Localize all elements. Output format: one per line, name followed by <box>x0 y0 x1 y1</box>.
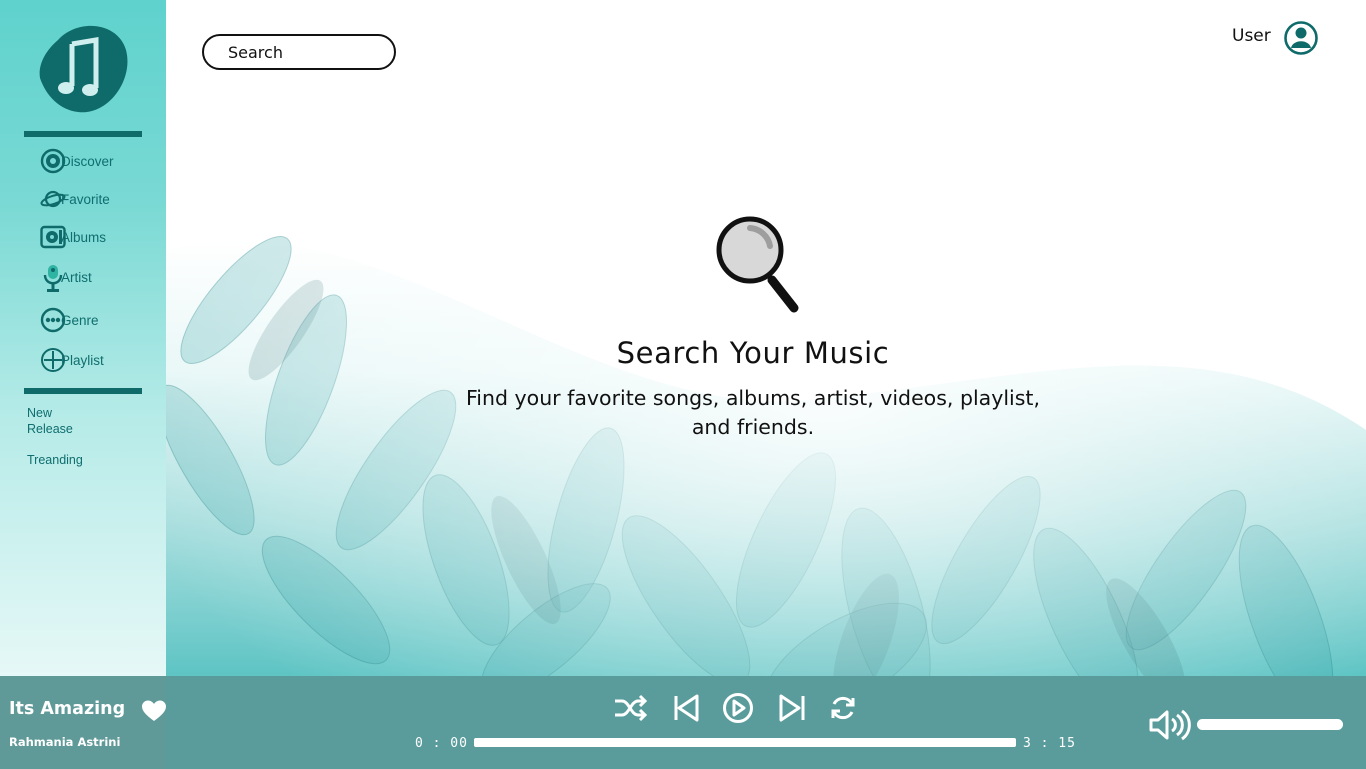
main-content: User Search Your Music Find your favorit… <box>166 0 1366 676</box>
sidebar: Discover Favorite Albums Artist Genre Pl… <box>0 0 166 676</box>
sidebar-item-label: Playlist <box>61 352 104 368</box>
sidebar-item-playlist[interactable]: Playlist <box>40 347 104 373</box>
user-label[interactable]: User <box>1232 26 1271 46</box>
shuffle-icon <box>615 694 647 722</box>
sidebar-item-genre[interactable]: Genre <box>40 307 99 333</box>
next-icon <box>779 694 805 722</box>
user-avatar-icon[interactable] <box>1283 20 1319 56</box>
song-title: Its Amazing <box>9 699 126 719</box>
total-time: 3 : 15 <box>1023 736 1076 751</box>
sidebar-item-label: Genre <box>61 312 99 328</box>
song-artist: Rahmania Astrini <box>9 735 121 749</box>
album-icon <box>40 224 66 250</box>
previous-button[interactable] <box>670 692 704 724</box>
now-playing-panel <box>0 676 166 769</box>
progress-fill <box>474 738 1016 747</box>
previous-icon <box>674 694 699 722</box>
hero-subtitle: Find your favorite songs, albums, artist… <box>466 386 1040 439</box>
add-circle-icon <box>40 347 66 373</box>
sidebar-item-discover[interactable]: Discover <box>40 148 114 174</box>
volume-fill <box>1197 719 1343 730</box>
sidebar-item-albums[interactable]: Albums <box>40 224 106 250</box>
volume-icon[interactable] <box>1148 708 1192 742</box>
current-time: 0 : 00 <box>415 736 468 751</box>
sidebar-link-trending[interactable]: Treanding <box>27 452 117 468</box>
disc-icon <box>40 148 66 174</box>
sidebar-item-label: Albums <box>61 229 107 245</box>
planet-icon <box>40 186 66 212</box>
repeat-icon <box>831 696 855 720</box>
play-icon <box>723 693 753 723</box>
search-input[interactable] <box>202 34 396 70</box>
hero-title: Search Your Music <box>616 336 890 370</box>
progress-bar[interactable] <box>474 738 1016 747</box>
sidebar-divider-top <box>24 131 142 137</box>
sidebar-item-favorite[interactable]: Favorite <box>40 186 110 212</box>
play-button[interactable] <box>721 692 755 724</box>
sidebar-item-label: Discover <box>61 153 114 169</box>
shuffle-button[interactable] <box>613 692 647 724</box>
next-button[interactable] <box>776 692 810 724</box>
magnifier-icon <box>716 216 799 313</box>
more-dots-icon <box>40 307 66 333</box>
sidebar-link-new-release[interactable]: New Release <box>27 405 117 437</box>
heart-icon[interactable] <box>142 700 166 722</box>
microphone-icon <box>40 264 66 292</box>
sidebar-item-label: Favorite <box>61 191 110 207</box>
sidebar-divider-bottom <box>24 388 142 394</box>
sidebar-item-artist[interactable]: Artist <box>40 264 92 292</box>
music-note-logo-icon[interactable] <box>38 22 130 114</box>
repeat-button[interactable] <box>826 692 860 724</box>
volume-slider[interactable] <box>1197 719 1343 730</box>
